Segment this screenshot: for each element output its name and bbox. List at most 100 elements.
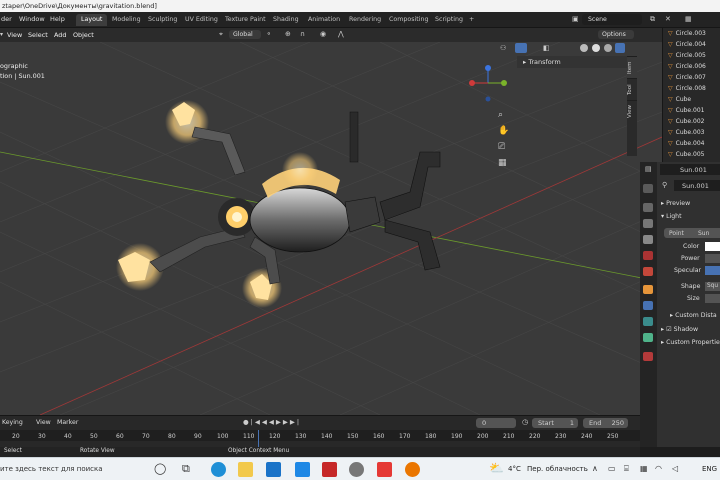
wifi-icon[interactable]: ◠ [655,464,662,473]
world-properties-icon[interactable] [643,267,653,276]
orientation-icon[interactable]: ⌖ [219,30,223,39]
sidebar-transform-panel[interactable]: ▸ Transform [517,56,627,68]
current-frame-field[interactable]: 0 [476,418,516,428]
outliner-row[interactable]: ▽ Cube.004 [668,140,704,151]
physics-properties-icon[interactable] [643,317,653,326]
language-indicator[interactable]: ENG [702,465,717,473]
yandex-browser-icon[interactable] [377,462,392,477]
outliner-row[interactable]: ▽ Circle.005 [668,52,706,63]
tab-tool[interactable]: Tool [627,78,637,100]
options-dropdown[interactable]: Options [598,30,634,39]
menu-edit[interactable]: der [1,15,12,23]
light-data-field[interactable]: Sun.001 [674,180,720,191]
specular-slider[interactable] [705,266,720,275]
light-panel-header[interactable]: ▾ Light [661,213,682,220]
taskbar-search-box[interactable]: ите здесь текст для поиска [0,465,103,473]
marker-menu[interactable]: Marker [57,419,78,426]
shape-dropdown[interactable]: Squ [705,282,720,291]
camera-icon[interactable]: ⎚ [498,142,505,152]
timeline-view-menu[interactable]: View [36,419,51,426]
custom-properties-panel[interactable]: ▸ Custom Propertie [661,339,720,346]
snap-icon[interactable]: ⊕ [285,30,291,38]
task-view-icon[interactable]: ◯ [154,462,166,475]
custom-distance-panel[interactable]: ▸ Custom Dista [670,312,717,319]
falloff-icon[interactable]: ⋀ [338,30,344,38]
hand-icon[interactable]: ✋ [498,126,509,136]
close-icon[interactable]: ✕ [665,15,671,23]
editor-type-icon[interactable]: ▤ [645,165,652,173]
playback-controls[interactable]: ●|◀◀◀▶▶▶| [243,418,301,426]
timeline-editor[interactable]: Keying View Marker ●|◀◀◀▶▶▶| 0 ◷ Start 1 … [0,415,640,448]
tab-view[interactable]: View [627,100,637,122]
tab-scripting[interactable]: Scripting [430,14,468,26]
tab-item[interactable]: Item [627,56,637,78]
view-layer-properties-icon[interactable] [643,235,653,244]
copy-icon[interactable]: ⧉ [650,15,655,24]
file-explorer-icon[interactable] [238,462,253,477]
start-frame-field[interactable]: Start 1 [532,418,578,428]
outliner-row[interactable]: ▽ Cube.005 [668,151,704,162]
overlay-toggle[interactable] [515,43,527,53]
power-field[interactable] [705,254,720,263]
network-icon[interactable]: ⌸ [624,464,629,474]
zoom-icon[interactable]: ⌕ [498,110,503,120]
solid-shading-icon[interactable] [592,44,600,52]
clock-icon[interactable]: ◷ [522,418,528,426]
magnet-icon[interactable]: ∩ [300,30,305,38]
select-menu[interactable]: Select [28,31,48,39]
menu-window[interactable]: Window [19,15,45,23]
end-frame-field[interactable]: End 250 [583,418,628,428]
object-name-field[interactable]: Sun.001 [660,164,720,175]
light-type-sun[interactable]: Sun [690,228,720,238]
object-properties-icon[interactable] [643,285,653,294]
tab-compositing[interactable]: Compositing [384,14,433,26]
color-swatch[interactable] [705,242,720,251]
weather-icon[interactable]: ⛅ [489,461,504,475]
tab-layout[interactable]: Layout [76,14,108,26]
wireframe-shading-icon[interactable] [580,44,588,52]
tool-properties-icon[interactable] [643,184,653,193]
outliner-row[interactable]: ▽ Cube.002 [668,118,704,129]
tab-texture-paint[interactable]: Texture Paint [220,14,271,26]
preview-panel-header[interactable]: ▸ Preview [661,200,690,207]
pivot-icon[interactable]: ⚬ [266,30,272,38]
pin-icon[interactable]: ⚲ [662,181,667,189]
scene-icon[interactable]: ▣ [572,15,579,23]
outliner-row[interactable]: ▽ Circle.008 [668,85,706,96]
tab-sculpting[interactable]: Sculpting [143,14,182,26]
mail-icon[interactable] [295,462,310,477]
blender-icon[interactable] [405,462,420,477]
settings-gear-icon[interactable] [349,462,364,477]
render-properties-icon[interactable] [643,203,653,212]
add-workspace-button[interactable]: + [464,14,479,26]
texture-properties-icon[interactable] [643,352,653,361]
outliner-row[interactable]: ▽ Circle.004 [668,41,706,52]
orientation-dropdown[interactable]: Global [229,30,261,39]
object-menu[interactable]: Object [73,31,94,39]
grid-icon[interactable]: ▦ [498,158,507,168]
material-shading-icon[interactable] [604,44,612,52]
view-layer-icon[interactable]: ▦ [685,15,692,23]
tab-modeling[interactable]: Modeling [107,14,146,26]
outliner-row[interactable]: ▽ Cube [668,96,691,107]
yandex-market-icon[interactable] [322,462,337,477]
outliner-row[interactable]: ▽ Cube.001 [668,107,704,118]
proportional-icon[interactable]: ◉ [320,30,326,38]
visibility-icon[interactable]: ⚇ [500,44,506,52]
tray-expand-icon[interactable]: ∧ [592,464,598,473]
temperature-text[interactable]: 4°C [508,465,521,473]
scene-properties-icon[interactable] [643,251,653,260]
rendered-shading-icon[interactable] [615,43,625,53]
light-data-properties-icon[interactable] [643,333,653,342]
tray-app-icon[interactable]: ▦ [640,464,648,473]
tab-rendering[interactable]: Rendering [344,14,386,26]
shadow-checkbox[interactable]: ☑ [666,326,672,333]
chevron-down-icon[interactable]: ▾ [0,31,3,38]
outliner-row[interactable]: ▽ Circle.006 [668,63,706,74]
tab-animation[interactable]: Animation [303,14,345,26]
edge-icon[interactable] [211,462,226,477]
light-type-point[interactable]: Point [664,228,690,238]
outliner-row[interactable]: ▽ Cube.003 [668,129,704,140]
menu-help[interactable]: Help [50,15,65,23]
tab-shading[interactable]: Shading [268,14,304,26]
